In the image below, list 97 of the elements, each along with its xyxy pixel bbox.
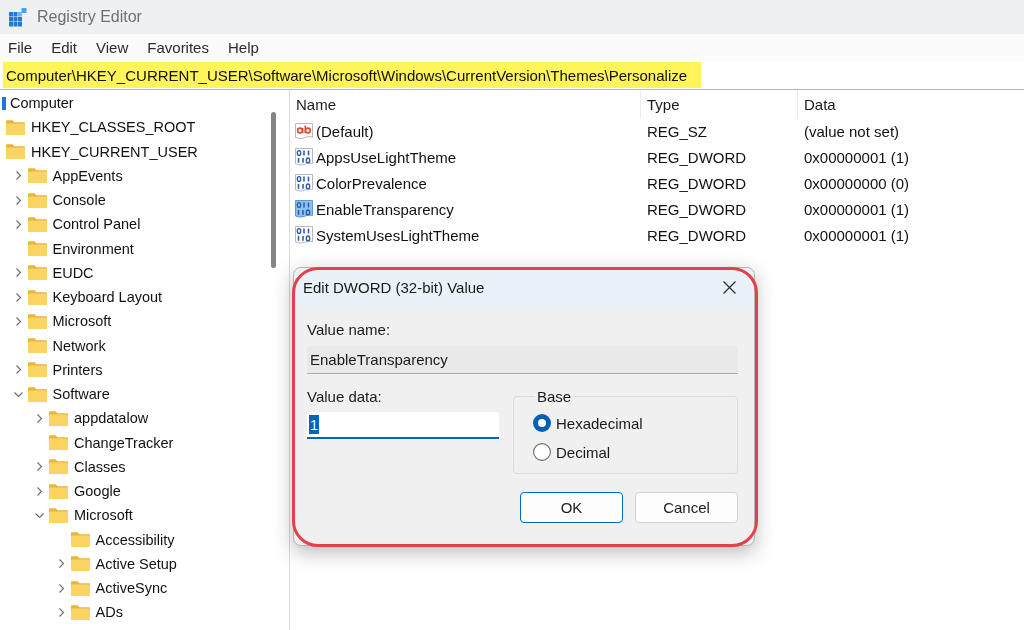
group-label: Base [536, 388, 573, 405]
tree-item[interactable]: appdatalow [0, 406, 149, 431]
value-type: REG_DWORD [646, 174, 748, 192]
tree-item[interactable]: EUDC [0, 260, 94, 285]
value-name[interactable]: ColorPrevalence [316, 174, 427, 192]
value-type: REG_DWORD [646, 200, 748, 218]
tree-item[interactable]: ADs [0, 600, 123, 625]
folder-icon [70, 580, 90, 596]
folder-icon [49, 459, 68, 475]
chevron-icon[interactable] [56, 559, 66, 569]
column-header[interactable]: Type [641, 90, 798, 118]
tree-item[interactable]: Microsoft [0, 309, 112, 334]
tree-item[interactable]: ChangeTracker [0, 430, 174, 455]
column-header[interactable]: Data [798, 90, 1024, 118]
chevron-icon[interactable] [13, 268, 23, 278]
chevron-icon[interactable] [13, 292, 23, 302]
value-type: REG_DWORD [646, 226, 748, 244]
tree-item[interactable]: Computer [0, 91, 74, 116]
tree-item[interactable]: Microsoft [0, 503, 133, 528]
chevron-icon[interactable] [13, 219, 23, 229]
value-data: (value not set) [803, 122, 901, 140]
radio-option[interactable]: Hexadecimal [533, 411, 643, 435]
chevron-icon[interactable] [35, 486, 44, 496]
menu-item[interactable]: Help [220, 37, 266, 58]
tree-item[interactable]: Environment [0, 236, 134, 261]
folder-icon [49, 507, 68, 523]
tree-item[interactable]: ActiveSync [0, 576, 168, 601]
scrollbar-thumb[interactable] [271, 112, 276, 268]
tree-item[interactable]: Network [0, 333, 106, 358]
chevron-icon[interactable] [13, 365, 23, 375]
folder-icon [70, 532, 90, 548]
app-icon [8, 7, 28, 27]
tree-item[interactable]: AppEvents [0, 163, 123, 188]
field-label: Value data: [307, 388, 383, 405]
folder-icon [27, 241, 47, 257]
tree-item[interactable]: HKEY_CURRENT_USER [0, 139, 198, 164]
folder-icon [6, 144, 25, 160]
value-name-field[interactable]: EnableTransparency [307, 346, 738, 374]
value-data: 0x00000000 (0) [803, 174, 911, 192]
column-header[interactable]: Name [290, 90, 641, 118]
dialog-title: Edit DWORD (32-bit) Value [303, 278, 485, 296]
field-label: Value name: [307, 321, 392, 338]
tree-item[interactable]: Classes [0, 454, 126, 479]
tree-item[interactable]: Active Setup [0, 551, 177, 576]
value-name[interactable]: SystemUsesLightTheme [316, 226, 480, 244]
chevron-icon[interactable] [35, 462, 44, 472]
folder-icon [27, 265, 47, 281]
value-name[interactable]: AppsUseLightTheme [316, 148, 457, 166]
dialog-button[interactable]: Cancel [635, 492, 738, 523]
value-data-field[interactable]: 1 [307, 412, 499, 439]
chevron-icon[interactable] [13, 195, 23, 205]
chevron-icon[interactable] [35, 413, 44, 423]
menu-item[interactable]: Favorites [140, 37, 216, 58]
bar-icon [2, 96, 6, 110]
value-name[interactable]: EnableTransparency [316, 200, 454, 218]
folder-icon [27, 289, 47, 305]
tree-item[interactable]: Software [0, 382, 110, 407]
folder-icon [27, 362, 47, 378]
folder-icon [27, 168, 47, 184]
folder-icon [27, 216, 47, 232]
folder-icon [70, 604, 90, 620]
menu-item[interactable]: View [89, 37, 136, 58]
chevron-icon[interactable] [56, 607, 66, 617]
chevron-icon[interactable] [35, 510, 44, 520]
menu-item[interactable]: Edit [44, 37, 85, 58]
dialog-button[interactable]: OK [520, 492, 623, 523]
folder-icon [49, 483, 68, 499]
value-data: 0x00000001 (1) [803, 148, 911, 166]
value-type: REG_SZ [646, 122, 708, 140]
tree-item[interactable]: HKEY_CLASSES_ROOT [0, 115, 196, 140]
chevron-icon[interactable] [13, 389, 23, 399]
value-data: 0x00000001 (1) [803, 226, 911, 244]
folder-icon [27, 313, 47, 329]
value-name[interactable]: (Default) [316, 122, 374, 140]
folder-icon [27, 386, 47, 402]
tree-item[interactable]: Keyboard Layout [0, 285, 163, 310]
value-data: 0x00000001 (1) [803, 200, 911, 218]
folder-icon [27, 338, 47, 354]
tree-item[interactable]: Printers [0, 357, 103, 382]
folder-icon [70, 556, 90, 572]
tree-item[interactable]: Console [0, 188, 106, 213]
chevron-icon[interactable] [13, 316, 23, 326]
close-icon [722, 280, 736, 294]
tree-item[interactable]: Control Panel [0, 212, 141, 237]
chevron-icon[interactable] [56, 583, 66, 593]
tree-item[interactable]: Accessibility [0, 527, 175, 552]
radio-option[interactable]: Decimal [533, 440, 611, 464]
folder-icon [49, 435, 68, 451]
value-type: REG_DWORD [646, 148, 748, 166]
folder-icon [49, 410, 68, 426]
address-path[interactable]: Computer\HKEY_CURRENT_USER\Software\Microsoft\Windows\CurrentVersion\Themes\Personalize [3, 62, 702, 88]
folder-icon [27, 192, 47, 208]
folder-icon [6, 119, 25, 135]
menu-item[interactable]: File [1, 37, 40, 58]
chevron-icon[interactable] [13, 171, 23, 181]
window-title: Registry Editor [37, 8, 142, 26]
tree-item[interactable]: Google [0, 479, 121, 504]
